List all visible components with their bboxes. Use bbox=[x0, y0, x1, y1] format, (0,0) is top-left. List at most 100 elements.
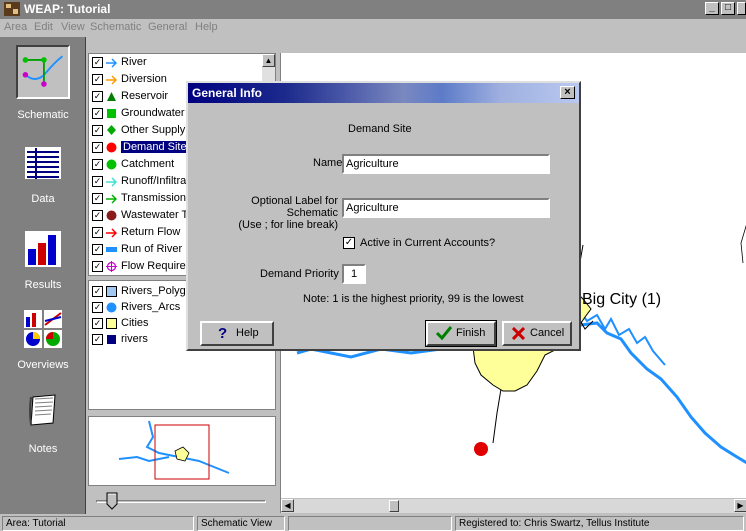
checkbox[interactable]: ✓ bbox=[92, 74, 103, 85]
status-empty bbox=[288, 516, 452, 531]
reservoir-triangle-icon bbox=[107, 92, 116, 101]
menu-area[interactable]: Area bbox=[4, 21, 27, 33]
checkbox[interactable]: ✓ bbox=[92, 159, 103, 170]
cities-layer-icon bbox=[106, 318, 117, 329]
priority-note: Note: 1 is the highest priority, 99 is t… bbox=[303, 293, 524, 305]
results-bar-chart-icon bbox=[25, 231, 61, 267]
cancel-button[interactable]: Cancel bbox=[502, 321, 572, 346]
finish-button[interactable]: Finish bbox=[425, 320, 497, 347]
overview-map[interactable] bbox=[88, 416, 276, 486]
slider-thumb[interactable] bbox=[106, 492, 118, 510]
legend-label: Demand Site bbox=[121, 141, 189, 153]
overviews-label: Overviews bbox=[17, 359, 69, 371]
dialog-heading: Demand Site bbox=[348, 123, 412, 135]
schematic-icon bbox=[16, 45, 70, 99]
checkbox[interactable]: ✓ bbox=[92, 91, 103, 102]
legend-label: Wastewater T bbox=[121, 209, 189, 221]
checkbox[interactable]: ✓ bbox=[92, 318, 103, 329]
scroll-right-button[interactable]: ▶ bbox=[734, 499, 746, 512]
data-view-button[interactable]: Data bbox=[0, 143, 86, 213]
wastewater-dot-icon bbox=[106, 210, 117, 221]
other-supply-diamond-icon bbox=[107, 125, 116, 135]
checkbox[interactable]: ✓ bbox=[92, 57, 103, 68]
help-question-icon: ? bbox=[218, 325, 228, 342]
legend-label: Transmission L bbox=[121, 192, 196, 204]
dialog-title-bar[interactable]: General Info × bbox=[188, 83, 579, 103]
maximize-button[interactable]: □ bbox=[721, 2, 735, 15]
checkmark-icon bbox=[436, 326, 452, 340]
checkbox[interactable]: ✓ bbox=[92, 210, 103, 221]
menu-edit[interactable]: Edit bbox=[34, 21, 53, 33]
help-button-label: Help bbox=[236, 327, 259, 339]
dialog-close-button[interactable]: × bbox=[560, 86, 575, 99]
menu-schematic[interactable]: Schematic bbox=[90, 21, 141, 33]
schematic-label: Schematic bbox=[17, 109, 69, 121]
checkbox[interactable]: ✓ bbox=[92, 227, 103, 238]
overviews-icon bbox=[24, 310, 62, 348]
checkbox[interactable]: ✓ bbox=[92, 286, 103, 297]
checkbox[interactable]: ✓ bbox=[92, 193, 103, 204]
active-accounts-label: Active in Current Accounts? bbox=[360, 237, 496, 249]
return-flow-arrow-icon bbox=[106, 228, 117, 238]
overview-river-drawing bbox=[118, 420, 230, 480]
checkbox[interactable]: ✓ bbox=[92, 108, 103, 119]
menu-general[interactable]: General bbox=[148, 21, 187, 33]
legend-label: Other Supply bbox=[121, 124, 186, 136]
layer-label: rivers bbox=[121, 333, 148, 345]
river-arrow-icon bbox=[106, 58, 117, 68]
minimize-button[interactable]: _ bbox=[705, 2, 719, 15]
demand-priority-label: Demand Priority bbox=[260, 268, 339, 280]
data-label: Data bbox=[31, 193, 55, 205]
optional-label-input[interactable]: Agriculture bbox=[342, 198, 550, 218]
notes-label: Notes bbox=[28, 443, 58, 455]
layer-label: Cities bbox=[121, 317, 149, 329]
checkbox[interactable]: ✓ bbox=[92, 261, 103, 272]
arcs-layer-icon bbox=[106, 302, 117, 313]
dialog-title: General Info bbox=[192, 86, 263, 100]
rivers-layer-icon bbox=[107, 335, 116, 344]
active-accounts-checkbox[interactable]: ✓ bbox=[343, 237, 355, 249]
zoom-slider[interactable] bbox=[88, 490, 276, 512]
status-registered: Registered to: Chris Swartz, Tellus Inst… bbox=[455, 516, 744, 531]
checkbox[interactable]: ✓ bbox=[92, 142, 103, 153]
close-button[interactable] bbox=[737, 2, 746, 15]
menu-help[interactable]: Help bbox=[195, 21, 218, 33]
transmission-arrow-icon bbox=[106, 194, 117, 204]
run-of-river-bar-icon bbox=[106, 247, 117, 252]
window-title: WEAP: Tutorial bbox=[24, 2, 111, 16]
title-bar: WEAP: Tutorial _ □ bbox=[0, 0, 746, 19]
checkbox[interactable]: ✓ bbox=[92, 176, 103, 187]
checkbox[interactable]: ✓ bbox=[92, 334, 103, 345]
overviews-view-button[interactable]: Overviews bbox=[0, 309, 86, 379]
status-bar: Area: Tutorial Schematic View Registered… bbox=[0, 514, 746, 531]
layer-label: Rivers_Polygo bbox=[121, 285, 192, 297]
legend-label: Reservoir bbox=[121, 90, 169, 102]
layer-label: Rivers_Arcs bbox=[121, 301, 181, 313]
name-label: Name bbox=[313, 157, 343, 169]
name-input[interactable]: Agriculture bbox=[342, 154, 550, 174]
city-label: Big City (1) bbox=[582, 291, 662, 308]
demand-priority-input[interactable]: 1 bbox=[342, 264, 366, 284]
scroll-up-button[interactable]: ▲ bbox=[262, 54, 275, 67]
schematic-view-button[interactable]: Schematic bbox=[0, 45, 86, 131]
results-view-button[interactable]: Results bbox=[0, 229, 86, 299]
legend-label: Catchment bbox=[121, 158, 175, 170]
legend-label: Run of River H bbox=[121, 243, 194, 255]
cancel-x-icon bbox=[512, 327, 525, 340]
polygon-layer-icon bbox=[106, 286, 117, 297]
map-horizontal-scrollbar[interactable]: ◀ ▶ bbox=[281, 498, 746, 513]
checkbox[interactable]: ✓ bbox=[92, 244, 103, 255]
weap-app-icon bbox=[4, 2, 20, 16]
menu-view[interactable]: View bbox=[61, 21, 85, 33]
menu-bar: Area Edit View Schematic General Help bbox=[0, 19, 746, 37]
help-button[interactable]: ? Help bbox=[200, 321, 274, 346]
scroll-thumb[interactable] bbox=[389, 500, 399, 512]
checkbox[interactable]: ✓ bbox=[92, 302, 103, 313]
checkbox[interactable]: ✓ bbox=[92, 125, 103, 136]
legend-label: Groundwater bbox=[121, 107, 185, 119]
runoff-arrow-icon bbox=[106, 177, 117, 187]
notes-view-button[interactable]: Notes bbox=[0, 393, 86, 463]
scroll-left-button[interactable]: ◀ bbox=[281, 499, 294, 512]
optional-label-line2: (Use ; for line break) bbox=[238, 219, 338, 231]
results-label: Results bbox=[24, 279, 62, 291]
